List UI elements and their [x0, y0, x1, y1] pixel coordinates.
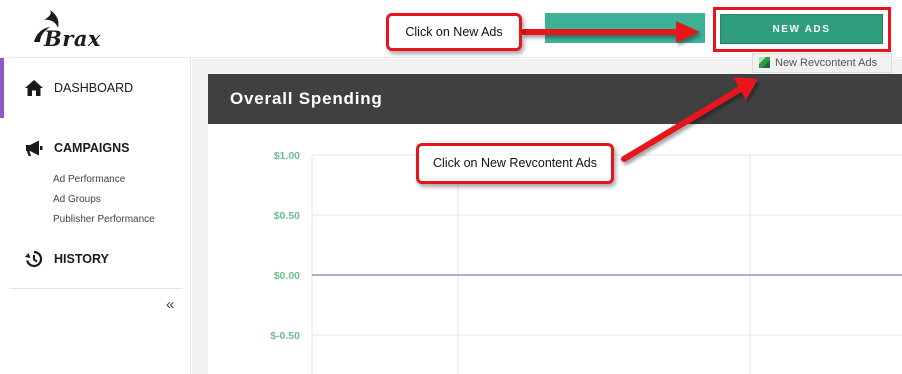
sidebar-item-campaigns[interactable]: CAMPAIGNS — [24, 139, 129, 157]
brax-logo[interactable]: Brax — [30, 8, 120, 51]
y-tick-label: $0.50 — [274, 210, 300, 222]
callout-new-revcontent-ads: Click on New Revcontent Ads — [416, 143, 614, 184]
active-indicator — [0, 58, 4, 118]
callout-new-ads: Click on New Ads — [386, 13, 522, 51]
home-icon — [25, 80, 43, 96]
revcontent-icon — [759, 56, 770, 68]
y-tick-label: $-0.50 — [270, 330, 300, 342]
sidebar-item-label: DASHBOARD — [54, 81, 134, 95]
sidebar-subitem-publisher-performance[interactable]: Publisher Performance — [53, 214, 155, 225]
y-tick-label: $0.00 — [274, 270, 300, 282]
megaphone-icon — [26, 140, 43, 156]
sidebar-item-label: CAMPAIGNS — [54, 141, 130, 155]
history-icon — [25, 250, 43, 268]
new-revcontent-ads-label: New Revcontent Ads — [775, 57, 878, 69]
panel-header: Overall Spending — [208, 74, 902, 124]
sidebar-item-history[interactable]: HISTORY — [24, 250, 109, 268]
logo-text: Brax — [44, 26, 101, 51]
ghost-button — [545, 13, 705, 43]
new-revcontent-ads-link[interactable]: New Revcontent Ads — [752, 53, 892, 73]
sidebar-divider — [10, 288, 182, 289]
panel-title: Overall Spending — [230, 89, 383, 108]
sidebar-item-dashboard[interactable]: DASHBOARD — [24, 79, 133, 97]
sidebar-item-label: HISTORY — [54, 252, 109, 266]
new-ads-highlight-box — [713, 7, 891, 52]
sidebar-subitem-ad-groups[interactable]: Ad Groups — [53, 194, 101, 205]
collapse-sidebar-icon[interactable]: « — [166, 296, 174, 313]
sidebar-subitem-ad-performance[interactable]: Ad Performance — [53, 174, 125, 185]
y-tick-label: $1.00 — [274, 150, 300, 162]
